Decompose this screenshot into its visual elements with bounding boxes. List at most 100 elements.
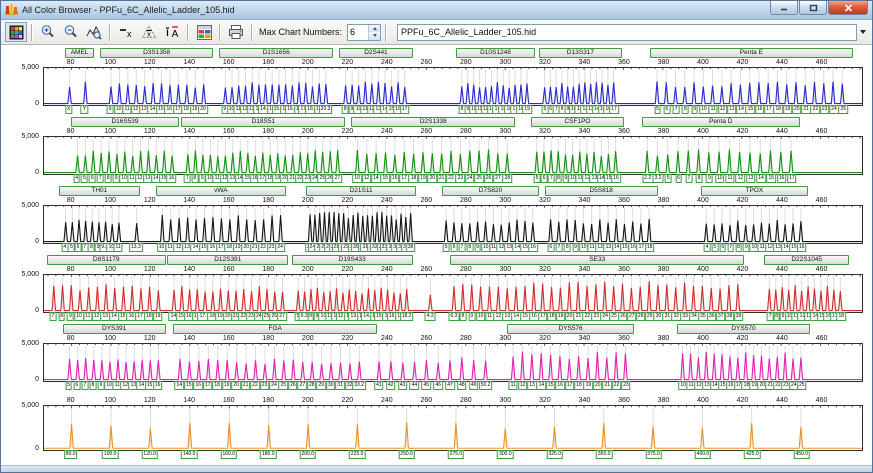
allele-label: 25 xyxy=(474,174,484,183)
allele-label: 18 xyxy=(773,105,783,114)
marker-label: DYS576 xyxy=(507,324,634,334)
print-button[interactable] xyxy=(225,22,247,42)
toolbar-overflow-button[interactable] xyxy=(858,30,868,34)
allele-labels-icon: A xyxy=(166,26,179,40)
axis-tick-label: 320 xyxy=(539,59,551,66)
plot-black[interactable] xyxy=(43,205,863,244)
allele-label: 12 xyxy=(361,174,372,183)
axis-tick-label: 280 xyxy=(459,197,472,204)
plot-red[interactable] xyxy=(43,274,863,313)
axis-tick-label: 120 xyxy=(143,335,156,342)
allele-row: 80.0 100.0 120.0 140.0 160.0 180.0 200.0 225.0 2… xyxy=(2,450,871,460)
y-axis-max-label: 5,000 xyxy=(21,202,39,209)
marker-label: DYS570 xyxy=(677,324,810,334)
zoom-out-button[interactable] xyxy=(60,22,82,42)
axis-tick-label: 360 xyxy=(618,397,630,404)
axis-tick-label: 380 xyxy=(657,335,670,342)
chart-area: 5,000 0 xyxy=(2,64,871,107)
marker-row: D16S539 D18S51 D2S1338 CSF1PO Penta D xyxy=(2,117,871,127)
marker-label: AMEL xyxy=(64,48,95,58)
allele-label: 10 xyxy=(714,174,725,183)
axis-tick-label: 200 xyxy=(301,59,314,66)
allele-label: 16 xyxy=(776,174,787,183)
allele-label: 9 xyxy=(468,312,476,321)
allele-label: 16 xyxy=(528,243,538,252)
allele-label: 17 xyxy=(764,105,774,114)
close-button[interactable] xyxy=(828,1,868,15)
allele-label: 22 xyxy=(250,381,260,390)
maximize-button[interactable] xyxy=(799,1,827,15)
color-table-button[interactable] xyxy=(193,22,215,42)
axis-tick-label: 140 xyxy=(183,59,196,66)
trace-orange xyxy=(44,406,862,450)
axis-tick-label: 140 xyxy=(183,128,196,135)
allele-label: 8 xyxy=(695,174,703,183)
svg-text:A: A xyxy=(172,29,179,40)
axis-tick-label: 200 xyxy=(301,335,314,342)
allele-label: 20.3 xyxy=(318,105,333,114)
plot-orange[interactable] xyxy=(43,405,863,451)
plot-blue[interactable] xyxy=(43,67,863,106)
spinner-up-button[interactable] xyxy=(369,24,381,32)
allele-label: 9 xyxy=(691,105,699,114)
allele-label: 5 xyxy=(711,243,719,252)
trace-red xyxy=(44,275,862,312)
axis-tick-label: 440 xyxy=(776,266,788,273)
axis-tick-label: 400 xyxy=(697,397,709,404)
allele-label: 5 xyxy=(81,174,88,183)
allele-label: 18 xyxy=(836,312,847,321)
title-bar[interactable]: All Color Browser - PPFu_6C_Allelic_Ladd… xyxy=(1,1,872,20)
y-axis-max-label: 5,000 xyxy=(21,271,39,278)
plot-green[interactable] xyxy=(43,136,863,175)
marker-label: TH01 xyxy=(58,186,140,196)
chart-area: 5,000 0 xyxy=(2,202,871,245)
all-color-button[interactable] xyxy=(5,22,27,42)
marker-label: D22S1045 xyxy=(764,255,850,265)
allele-label: 15 xyxy=(380,174,391,183)
allele-label: 23 xyxy=(621,381,631,390)
maximize-icon xyxy=(809,4,817,11)
axis-tick-label: 140 xyxy=(183,197,196,204)
axis-tick-label: 160 xyxy=(222,197,235,204)
allele-label: 8 xyxy=(459,312,467,321)
allele-label: 24 xyxy=(829,105,839,114)
spinner-down-button[interactable] xyxy=(369,32,381,40)
allele-label: 15 xyxy=(766,174,777,183)
allele-label: 22 xyxy=(810,105,821,114)
axis-tick-label: 380 xyxy=(657,197,670,204)
chart-area: 5,000 0 xyxy=(2,340,871,383)
axis-tick-label: 380 xyxy=(657,59,670,66)
marker-label: D5S818 xyxy=(544,186,658,196)
minimize-button[interactable] xyxy=(770,1,798,15)
filename-field[interactable] xyxy=(397,23,857,41)
axis-tick-label: 180 xyxy=(262,335,275,342)
allele-label: 25 xyxy=(838,105,849,114)
average-sizing-button[interactable]: x xyxy=(138,22,160,42)
axis-tick-label: 440 xyxy=(776,128,788,135)
size-label: 350.0 xyxy=(595,450,613,459)
allele-label: 7 xyxy=(685,174,693,183)
max-chart-numbers-value: 6 xyxy=(350,26,356,37)
marker-label: FGA xyxy=(173,324,377,334)
marker-label: DYS391 xyxy=(62,324,166,334)
axis-tick-label: 320 xyxy=(539,197,551,204)
y-axis-zero-label: 0 xyxy=(35,376,39,383)
axis-tick-label: 80 xyxy=(66,197,75,204)
color-table-icon xyxy=(196,24,212,40)
allele-label: 7 xyxy=(555,243,563,252)
max-chart-numbers-spinner[interactable]: 6 xyxy=(347,23,382,41)
axis-tick-label: 340 xyxy=(578,266,591,273)
marker-label: D2S441 xyxy=(339,48,413,58)
marker-label: D16S539 xyxy=(70,117,180,127)
chart-row-red: D8S1179 D12S391 D19S433 SE33 D22S1045 80 100 12… xyxy=(2,255,871,322)
allele-labels-button[interactable]: A xyxy=(161,22,183,42)
allele-label: 7 xyxy=(49,312,57,321)
allele-label: 20 xyxy=(427,174,438,183)
zoom-chart-button[interactable] xyxy=(83,22,105,42)
axis-tick-label: 300 xyxy=(499,197,512,204)
allele-label: 11 xyxy=(508,381,518,390)
zoom-in-button[interactable] xyxy=(37,22,59,42)
plot-magenta[interactable] xyxy=(43,343,863,382)
remove-sizing-button[interactable]: x xyxy=(115,22,137,42)
allele-label: 6 xyxy=(663,105,671,114)
